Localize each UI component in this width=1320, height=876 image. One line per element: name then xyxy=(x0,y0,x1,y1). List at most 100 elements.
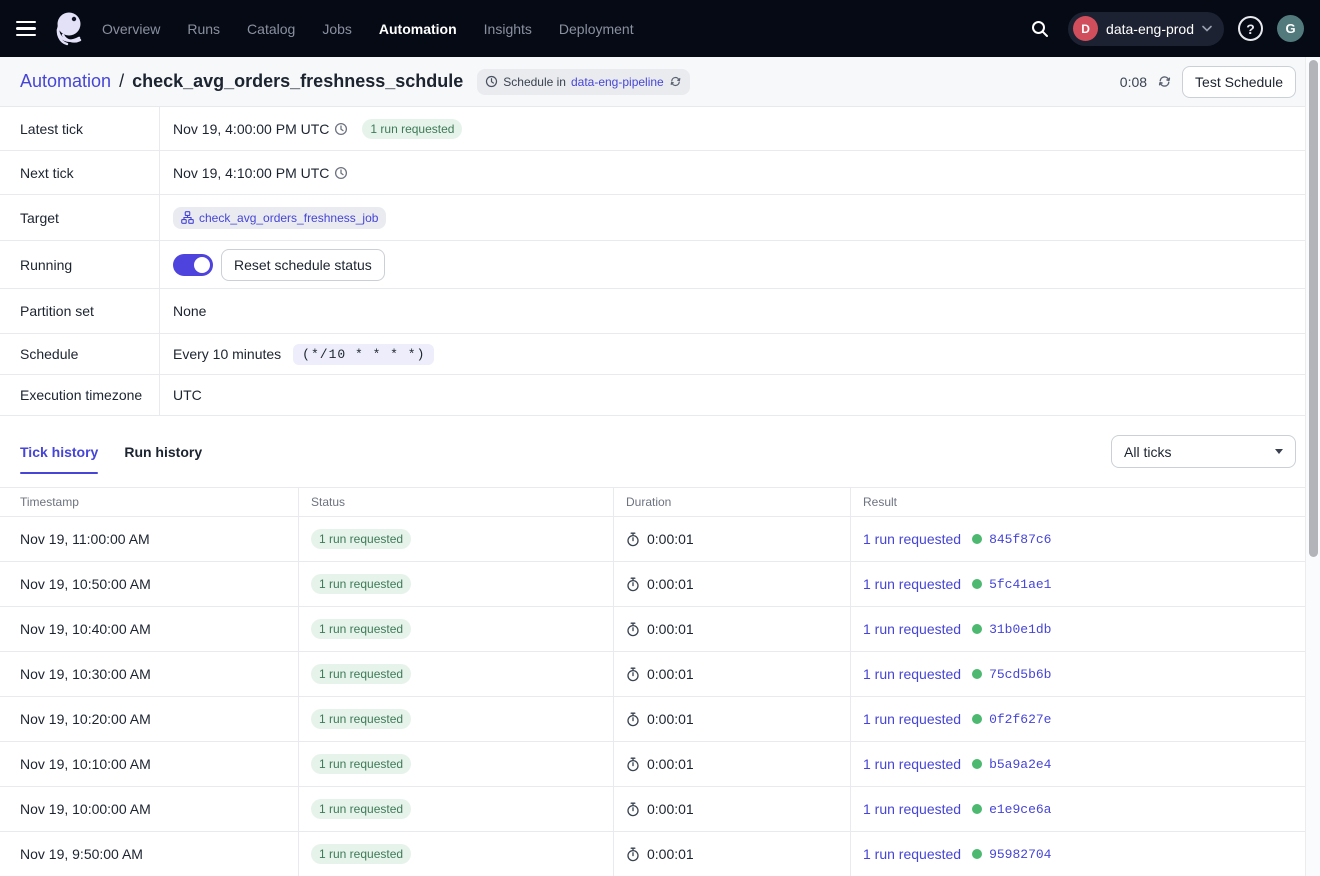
tick-status-badge: 1 run requested xyxy=(311,664,411,684)
nav-item-overview[interactable]: Overview xyxy=(102,21,160,37)
table-row: Nov 19, 10:00:00 AM 1 run requested 0:00… xyxy=(0,787,1305,832)
col-header-timestamp: Timestamp xyxy=(0,488,299,516)
history-tabs-row: Tick history Run history All ticks xyxy=(0,416,1320,487)
avatar[interactable]: G xyxy=(1277,15,1304,42)
run-id-link[interactable]: 5fc41ae1 xyxy=(989,577,1051,592)
job-graph-icon xyxy=(181,211,194,224)
clock-icon xyxy=(334,122,348,136)
row-latest-tick: Latest tick Nov 19, 4:00:00 PM UTC 1 run… xyxy=(0,107,1320,151)
reset-schedule-status-button[interactable]: Reset schedule status xyxy=(221,249,385,281)
scrollbar-thumb[interactable] xyxy=(1309,60,1318,557)
schedule-label: Schedule xyxy=(0,334,160,374)
tick-result-link[interactable]: 1 run requested xyxy=(863,621,961,637)
target-job-link[interactable]: check_avg_orders_freshness_job xyxy=(199,211,378,225)
nav-item-jobs[interactable]: Jobs xyxy=(322,21,352,37)
tick-result-link[interactable]: 1 run requested xyxy=(863,756,961,772)
tick-duration: 0:00:01 xyxy=(647,756,694,772)
col-header-status: Status xyxy=(299,488,614,516)
run-id-link[interactable]: b5a9a2e4 xyxy=(989,757,1051,772)
test-schedule-button[interactable]: Test Schedule xyxy=(1182,66,1296,98)
tick-status-badge: 1 run requested xyxy=(311,844,411,864)
dagster-logo[interactable] xyxy=(50,9,88,49)
nav-item-insights[interactable]: Insights xyxy=(484,21,532,37)
tick-filter-value: All ticks xyxy=(1124,444,1171,460)
refresh-icon[interactable] xyxy=(1157,74,1172,89)
tick-result-link[interactable]: 1 run requested xyxy=(863,846,961,862)
run-status-dot xyxy=(972,579,982,589)
target-job-chip[interactable]: check_avg_orders_freshness_job xyxy=(173,207,386,229)
tick-timestamp: Nov 19, 10:20:00 AM xyxy=(20,711,151,727)
table-row: Nov 19, 11:00:00 AM 1 run requested 0:00… xyxy=(0,517,1305,562)
row-target: Target check_avg_orders_freshness_job xyxy=(0,195,1320,241)
latest-tick-value: Nov 19, 4:00:00 PM UTC xyxy=(173,121,329,137)
partition-set-value: None xyxy=(173,303,206,319)
tick-duration: 0:00:01 xyxy=(647,576,694,592)
run-status-dot xyxy=(972,624,982,634)
latest-tick-status-badge: 1 run requested xyxy=(362,119,462,139)
nav-item-automation[interactable]: Automation xyxy=(379,21,457,37)
nav-item-catalog[interactable]: Catalog xyxy=(247,21,295,37)
search-icon[interactable] xyxy=(1026,15,1054,43)
schedule-value: Every 10 minutes xyxy=(173,346,281,362)
tick-result-link[interactable]: 1 run requested xyxy=(863,711,961,727)
workspace-switcher[interactable]: D data-eng-prod xyxy=(1068,12,1224,46)
latest-tick-label: Latest tick xyxy=(0,107,160,150)
row-next-tick: Next tick Nov 19, 4:10:00 PM UTC xyxy=(0,151,1320,195)
tick-status-badge: 1 run requested xyxy=(311,754,411,774)
tick-status-badge: 1 run requested xyxy=(311,574,411,594)
tick-timestamp: Nov 19, 10:30:00 AM xyxy=(20,666,151,682)
tick-history-table: Timestamp Status Duration Result Nov 19,… xyxy=(0,487,1305,876)
next-tick-value: Nov 19, 4:10:00 PM UTC xyxy=(173,165,329,181)
nav-item-runs[interactable]: Runs xyxy=(187,21,220,37)
refresh-icon[interactable] xyxy=(669,75,682,88)
run-id-link[interactable]: 845f87c6 xyxy=(989,532,1051,547)
tick-duration: 0:00:01 xyxy=(647,666,694,682)
running-label: Running xyxy=(0,241,160,288)
tick-duration: 0:00:01 xyxy=(647,621,694,637)
stopwatch-icon xyxy=(626,532,640,547)
help-icon[interactable]: ? xyxy=(1238,16,1263,41)
row-running: Running Reset schedule status xyxy=(0,241,1320,289)
repo-link[interactable]: data-eng-pipeline xyxy=(571,75,664,89)
tick-result-link[interactable]: 1 run requested xyxy=(863,666,961,682)
run-status-dot xyxy=(972,804,982,814)
run-status-dot xyxy=(972,669,982,679)
tick-timestamp: Nov 19, 10:40:00 AM xyxy=(20,621,151,637)
tick-status-badge: 1 run requested xyxy=(311,529,411,549)
run-status-dot xyxy=(972,759,982,769)
run-id-link[interactable]: 31b0e1db xyxy=(989,622,1051,637)
stopwatch-icon xyxy=(626,757,640,772)
run-id-link[interactable]: 95982704 xyxy=(989,847,1051,862)
top-nav: Overview Runs Catalog Jobs Automation Insight… xyxy=(0,0,1320,57)
page-title: check_avg_orders_freshness_schdule xyxy=(132,71,463,92)
table-row: Nov 19, 10:10:00 AM 1 run requested 0:00… xyxy=(0,742,1305,787)
refresh-countdown: 0:08 xyxy=(1120,74,1147,90)
row-partition-set: Partition set None xyxy=(0,289,1320,334)
table-header-row: Timestamp Status Duration Result xyxy=(0,488,1305,517)
next-tick-label: Next tick xyxy=(0,151,160,194)
tick-duration: 0:00:01 xyxy=(647,531,694,547)
menu-icon[interactable] xyxy=(16,17,40,41)
scrollbar-track[interactable] xyxy=(1305,57,1320,876)
tick-duration: 0:00:01 xyxy=(647,846,694,862)
tick-result-link[interactable]: 1 run requested xyxy=(863,576,961,592)
nav-item-deployment[interactable]: Deployment xyxy=(559,21,634,37)
tick-result-link[interactable]: 1 run requested xyxy=(863,531,961,547)
running-toggle[interactable] xyxy=(173,254,213,276)
tab-tick-history[interactable]: Tick history xyxy=(20,419,98,484)
tick-filter-select[interactable]: All ticks xyxy=(1111,435,1296,468)
col-header-result: Result xyxy=(851,488,1305,516)
tick-timestamp: Nov 19, 10:10:00 AM xyxy=(20,756,151,772)
cron-expression: (*/10 * * * *) xyxy=(293,344,434,365)
table-row: Nov 19, 10:40:00 AM 1 run requested 0:00… xyxy=(0,607,1305,652)
tab-run-history[interactable]: Run history xyxy=(124,419,202,484)
tick-status-badge: 1 run requested xyxy=(311,799,411,819)
run-id-link[interactable]: e1e9ce6a xyxy=(989,802,1051,817)
table-row: Nov 19, 10:50:00 AM 1 run requested 0:00… xyxy=(0,562,1305,607)
tick-duration: 0:00:01 xyxy=(647,711,694,727)
run-id-link[interactable]: 0f2f627e xyxy=(989,712,1051,727)
breadcrumb-automation-link[interactable]: Automation xyxy=(20,71,111,92)
run-id-link[interactable]: 75cd5b6b xyxy=(989,667,1051,682)
tick-result-link[interactable]: 1 run requested xyxy=(863,801,961,817)
table-row: Nov 19, 10:20:00 AM 1 run requested 0:00… xyxy=(0,697,1305,742)
